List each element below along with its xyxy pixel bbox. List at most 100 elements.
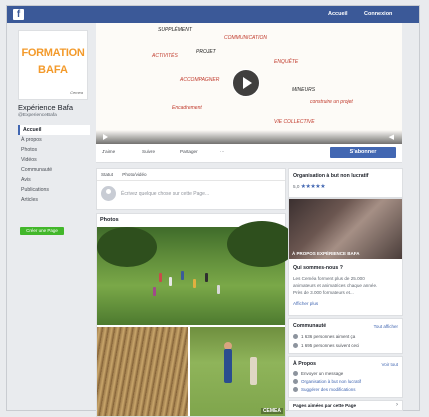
composer-tabs: Statut Photo/vidéo xyxy=(97,169,285,181)
suggest-edits-label: Suggérer des modifications xyxy=(301,387,356,392)
nav-item-videos[interactable]: Vidéos xyxy=(18,155,90,165)
category-label: Organisation à but non lucratif xyxy=(301,379,362,384)
photo-video-tab[interactable]: Photo/vidéo xyxy=(122,172,146,177)
followers-count: 1 695 personnes suivent ceci xyxy=(301,343,360,348)
subscribe-button[interactable]: S'abonner xyxy=(330,147,396,158)
photo-weaving[interactable] xyxy=(97,327,188,416)
home-link[interactable]: Accueil xyxy=(328,11,348,17)
pages-liked-title[interactable]: Pages aimées par cette Page xyxy=(293,403,356,408)
message-row[interactable]: Envoyer un message xyxy=(293,371,344,377)
star-rating-icon: ★★★★★ xyxy=(300,184,326,190)
nav-item-publications[interactable]: Publications xyxy=(18,185,90,195)
rating-value: 5,0 ★★★★★ xyxy=(293,183,326,190)
cover-text: ACTIVITÉS xyxy=(152,53,178,59)
messenger-icon xyxy=(293,371,298,377)
photo-tree xyxy=(97,227,157,267)
logo-text-line1: FORMATION xyxy=(21,47,85,59)
about-title: À Propos xyxy=(293,361,317,367)
nav-item-photos[interactable]: Photos xyxy=(18,145,90,155)
volume-icon[interactable]: ◀ xyxy=(389,133,394,141)
logo-text-line2: BAFA xyxy=(38,64,68,76)
rating-number: 5,0 xyxy=(293,184,300,189)
create-page-button[interactable]: Créer une Page xyxy=(20,227,64,235)
about-see-all-link[interactable]: Voir tout xyxy=(381,362,398,367)
composer-input[interactable]: Écrivez quelque chose sur cette Page... xyxy=(121,191,209,197)
page-navigation: Accueil À propos Photos Vidéos Communaut… xyxy=(18,125,90,205)
browser-frame: f Accueil Connexion FORMATION BAFA Cemea… xyxy=(6,5,420,417)
facebook-logo-icon[interactable]: f xyxy=(13,9,24,20)
cover-text: construire un projet xyxy=(310,99,353,105)
category-icon xyxy=(293,379,298,385)
cover-text: Encadrement xyxy=(172,105,202,111)
more-button[interactable]: ··· xyxy=(220,149,225,154)
about-info-card: À Propos Voir tout Envoyer un message Or… xyxy=(288,356,403,398)
nav-item-communaute[interactable]: Communauté xyxy=(18,165,90,175)
photo-person xyxy=(205,273,208,282)
who-text: animateurs et animatrices chaque année. xyxy=(293,283,378,288)
pages-liked-card: Pages aimées par cette Page › xyxy=(288,400,403,411)
likes-count: 1 636 personnes aiment ça xyxy=(301,334,356,339)
chevron-right-icon[interactable]: › xyxy=(396,402,398,408)
status-tab[interactable]: Statut xyxy=(101,172,113,177)
community-card: Communauté Tout afficher 1 636 personnes… xyxy=(288,318,403,354)
page-title[interactable]: Expérience Bafa xyxy=(18,103,73,112)
org-type: Organisation à but non lucratif xyxy=(293,173,369,179)
like-button[interactable]: J'aime xyxy=(102,149,115,154)
photos-section: Photos CEMEA xyxy=(96,213,297,417)
logo-signature: Cemea xyxy=(70,90,83,95)
nav-item-a-propos[interactable]: À propos xyxy=(18,135,90,145)
photo-watermark: CEMEA xyxy=(260,408,283,414)
category-row[interactable]: Organisation à but non lucratif xyxy=(293,379,362,385)
who-title: Qui sommes-nous ? xyxy=(293,265,343,271)
video-play-icon[interactable] xyxy=(103,134,108,140)
about-caption: À PROPOS EXPÉRIENCE BAFA xyxy=(292,251,360,256)
photo-tree xyxy=(227,221,297,267)
photo-person xyxy=(193,279,196,288)
follow-button[interactable]: Suivre xyxy=(142,149,155,154)
page-action-bar: J'aime Suivre Partager ··· S'abonner xyxy=(96,144,402,163)
post-composer: Statut Photo/vidéo Écrivez quelque chose… xyxy=(96,168,286,210)
photo-person xyxy=(159,273,162,282)
who-text: Les Ceméa forment plus de 25.000 xyxy=(293,276,365,281)
about-image[interactable]: À PROPOS EXPÉRIENCE BAFA xyxy=(289,199,402,259)
cover-text: ENQUÊTE xyxy=(274,59,299,65)
photo-person xyxy=(181,271,184,280)
see-more-link[interactable]: Afficher plus xyxy=(293,301,318,306)
likes-row: 1 636 personnes aiment ça xyxy=(293,334,356,340)
cover-video[interactable]: SUPPLÉMENT COMMUNICATION PROJET ENQUÊTE … xyxy=(96,23,402,144)
photo-person xyxy=(169,277,172,286)
play-icon[interactable] xyxy=(232,69,260,97)
follow-icon xyxy=(293,343,298,349)
who-text: Près de 3.000 formateurs et... xyxy=(293,290,354,295)
photo-group-outdoor[interactable] xyxy=(97,221,297,325)
like-icon xyxy=(293,334,298,340)
avatar xyxy=(101,186,116,201)
nav-item-avis[interactable]: Avis xyxy=(18,175,90,185)
message-label: Envoyer un message xyxy=(301,371,344,376)
page-handle: @ExperienceBafa xyxy=(18,113,57,118)
top-navigation-bar: f Accueil Connexion xyxy=(7,6,419,23)
video-controls: ◀ xyxy=(96,130,402,144)
org-rating-card: Organisation à but non lucratif 5,0 ★★★★… xyxy=(288,168,403,198)
followers-row: 1 695 personnes suivent ceci xyxy=(293,343,360,349)
suggest-edits-row[interactable]: Suggérer des modifications xyxy=(293,387,356,393)
cover-text: COMMUNICATION xyxy=(224,35,267,41)
nav-item-accueil[interactable]: Accueil xyxy=(18,125,90,135)
cover-text: ACCOMPAGNER xyxy=(180,77,220,83)
photos-title: Photos xyxy=(100,217,119,223)
page-profile-logo[interactable]: FORMATION BAFA Cemea xyxy=(18,30,88,100)
share-button[interactable]: Partager xyxy=(180,149,198,154)
nav-item-articles[interactable]: Articles xyxy=(18,195,90,205)
photo-person xyxy=(224,349,232,383)
cover-text: MINEURS xyxy=(292,87,316,93)
cover-text: PROJET xyxy=(196,49,216,55)
photo-person xyxy=(153,287,156,296)
photo-garden[interactable]: CEMEA xyxy=(190,327,285,416)
edit-icon xyxy=(293,387,298,393)
photo-person xyxy=(217,285,220,294)
cover-text: SUPPLÉMENT xyxy=(158,27,192,33)
community-see-all-link[interactable]: Tout afficher xyxy=(374,324,398,329)
cover-text: VIE COLLECTIVE xyxy=(274,119,315,125)
photo-person xyxy=(250,357,257,385)
login-link[interactable]: Connexion xyxy=(364,11,392,17)
